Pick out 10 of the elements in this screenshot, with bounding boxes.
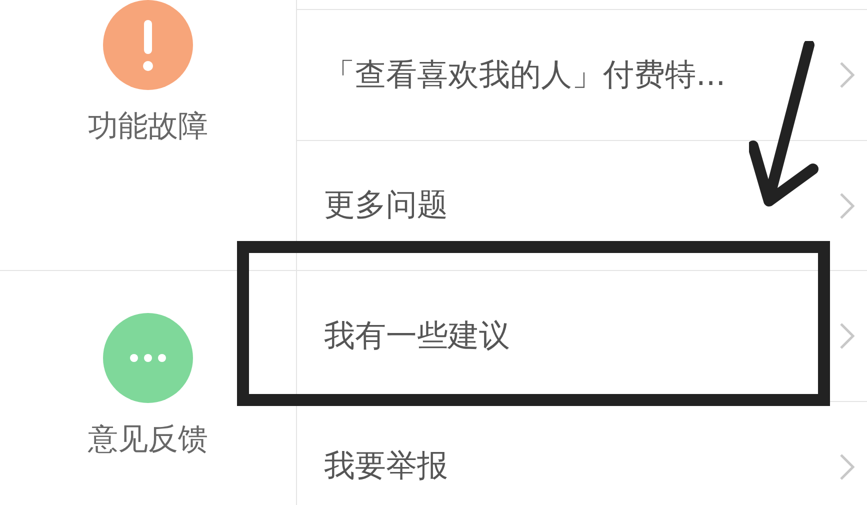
- category-label[interactable]: 功能故障: [88, 112, 208, 142]
- chevron-right-icon: [839, 322, 855, 350]
- menu-item[interactable]: 我有一些建议: [324, 312, 510, 360]
- chevron-right-icon: [839, 452, 855, 480]
- menu-item[interactable]: 更多问题: [324, 182, 448, 229]
- chevron-right-icon: [839, 192, 855, 220]
- menu-item[interactable]: 「查看喜欢我的人」付费特...: [324, 52, 726, 98]
- menu-item[interactable]: 我要举报: [324, 443, 448, 490]
- category-label[interactable]: 意见反馈: [88, 425, 208, 455]
- chevron-right-icon: [839, 61, 855, 89]
